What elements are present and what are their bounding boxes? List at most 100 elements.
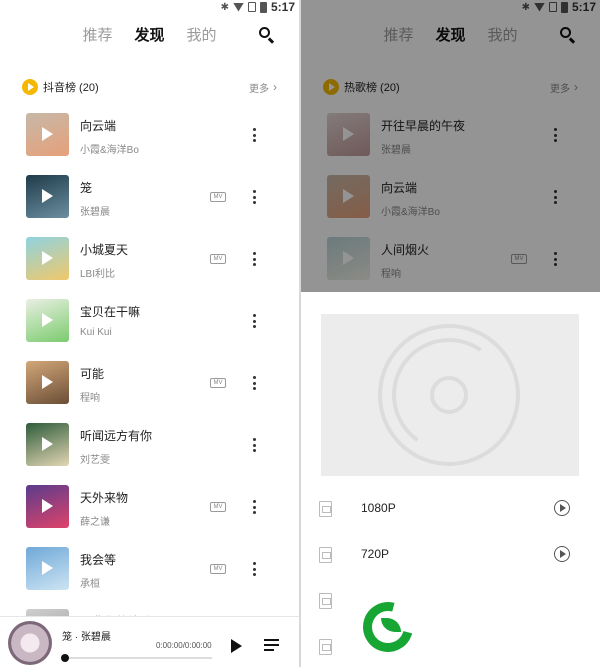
song-artist: 薛之谦	[80, 517, 110, 528]
playlist-icon[interactable]	[264, 639, 279, 653]
progress-bar[interactable]	[61, 654, 212, 662]
song-title: 可能	[80, 367, 105, 381]
song-row[interactable]: 开往早晨的午夜 张碧晨	[301, 113, 600, 175]
quality-label: 1080P	[361, 501, 396, 515]
more-options-icon[interactable]	[248, 497, 260, 517]
right-screen: ✱ 5:17 推荐 发现 我的 热歌榜 (20) 更多 › 开往早晨的午夜 张碧晨向…	[301, 0, 600, 667]
play-icon[interactable]	[231, 639, 242, 653]
song-cover[interactable]	[26, 485, 69, 528]
song-cover[interactable]	[26, 237, 69, 280]
tab-recommend[interactable]: 推荐	[383, 24, 413, 46]
chart-section-header: 抖音榜 (20) 更多 ›	[22, 78, 277, 96]
song-row[interactable]: 小城夏天 LBI利比 MV	[0, 237, 299, 299]
song-cover[interactable]	[26, 547, 69, 590]
battery-icon	[560, 1, 568, 13]
wifi-icon	[533, 2, 545, 12]
player-cover[interactable]	[8, 621, 52, 665]
sim-icon	[247, 2, 256, 12]
play-icon	[343, 127, 354, 141]
more-options-icon[interactable]	[549, 187, 561, 207]
quality-sheet: 1080P 720P	[301, 292, 600, 667]
song-title: 人间烟火	[381, 243, 430, 257]
mv-icon[interactable]: MV	[210, 192, 226, 202]
song-title: 向云端	[381, 181, 418, 195]
more-options-icon[interactable]	[248, 187, 260, 207]
mini-player[interactable]: 笼 · 张碧晨 0:00:00/0:00:00	[0, 616, 299, 667]
song-title: 小城夏天	[80, 243, 129, 257]
disc-icon	[378, 324, 520, 466]
song-cover[interactable]	[26, 175, 69, 218]
song-cover[interactable]	[327, 237, 370, 280]
song-row[interactable]: 天外来物薛之谦 MV	[0, 485, 299, 547]
song-row[interactable]: 向云端 小霞&海洋Bo	[0, 113, 299, 175]
left-screen: ✱ 5:17 推荐 发现 我的 抖音榜 (20) 更多 › 向云端 小霞&海洋Bo 笼…	[0, 0, 299, 667]
section-title: 抖音榜 (20)	[43, 82, 99, 94]
quality-label: 720P	[361, 547, 390, 561]
mv-icon[interactable]: MV	[210, 378, 226, 388]
song-row[interactable]: 可能程响 MV	[0, 361, 299, 423]
song-title: 开往早晨的午夜	[381, 119, 466, 133]
song-cover[interactable]	[327, 113, 370, 156]
play-circle-icon[interactable]	[554, 546, 570, 562]
more-options-icon[interactable]	[248, 311, 260, 331]
tab-mine[interactable]: 我的	[187, 24, 217, 46]
quality-option[interactable]	[301, 632, 600, 662]
song-row[interactable]: 向云端小霞&海洋Bo	[301, 175, 600, 237]
search-icon[interactable]	[259, 27, 275, 44]
more-options-icon[interactable]	[248, 373, 260, 393]
status-bar: ✱ 5:17	[0, 0, 299, 14]
battery-icon	[259, 1, 267, 13]
video-file-icon	[319, 639, 332, 655]
song-cover[interactable]	[26, 113, 69, 156]
song-row[interactable]: 宝贝在干嘛 Kui Kui	[0, 299, 299, 361]
more-link[interactable]: 更多 ›	[550, 80, 578, 95]
song-artist: 张碧晨	[381, 145, 411, 156]
wifi-icon	[232, 2, 244, 12]
play-icon	[343, 189, 354, 203]
quality-option[interactable]	[301, 586, 600, 616]
play-icon	[42, 313, 53, 327]
status-bar: ✱ 5:17	[301, 0, 600, 14]
quality-option[interactable]: 1080P	[301, 494, 600, 524]
mv-icon[interactable]: MV	[210, 254, 226, 264]
search-icon[interactable]	[560, 27, 576, 44]
more-options-icon[interactable]	[248, 559, 260, 579]
quality-option[interactable]: 720P	[301, 540, 600, 570]
player-time: 0:00:00/0:00:00	[156, 641, 212, 650]
tab-discover[interactable]: 发现	[435, 24, 465, 46]
song-title: 天外来物	[80, 491, 129, 505]
play-circle-icon[interactable]	[554, 500, 570, 516]
tab-mine[interactable]: 我的	[488, 24, 518, 46]
play-badge-icon	[22, 79, 38, 95]
song-cover[interactable]	[26, 361, 69, 404]
song-artist: 程响	[80, 393, 100, 404]
more-options-icon[interactable]	[248, 125, 260, 145]
song-row[interactable]: 我会等 承桓 MV	[0, 547, 299, 609]
song-row[interactable]: 笼张碧晨 MV	[0, 175, 299, 237]
mv-icon[interactable]: MV	[210, 502, 226, 512]
more-options-icon[interactable]	[549, 125, 561, 145]
more-options-icon[interactable]	[248, 249, 260, 269]
chevron-right-icon: ›	[574, 80, 578, 94]
song-artist: 小霞&海洋Bo	[381, 207, 440, 218]
song-row[interactable]: 人间烟火 程响 MV	[301, 237, 600, 299]
progress-knob[interactable]	[61, 654, 69, 662]
chevron-right-icon: ›	[273, 80, 277, 94]
song-title: 向云端	[80, 119, 117, 133]
bluetooth-icon: ✱	[220, 1, 229, 13]
play-icon	[42, 561, 53, 575]
more-link[interactable]: 更多 ›	[249, 80, 277, 95]
song-cover[interactable]	[26, 423, 69, 466]
tab-recommend[interactable]: 推荐	[82, 24, 112, 46]
chart-section-header: 热歌榜 (20) 更多 ›	[323, 78, 578, 96]
song-title: 笼	[80, 181, 93, 195]
tab-discover[interactable]: 发现	[134, 24, 164, 46]
mv-icon[interactable]: MV	[511, 254, 527, 264]
song-row[interactable]: 听闻远方有你 刘艺雯	[0, 423, 299, 485]
more-options-icon[interactable]	[248, 435, 260, 455]
song-cover[interactable]	[26, 299, 69, 342]
mv-icon[interactable]: MV	[210, 564, 226, 574]
section-title: 热歌榜 (20)	[344, 82, 400, 94]
song-cover[interactable]	[327, 175, 370, 218]
more-options-icon[interactable]	[549, 249, 561, 269]
